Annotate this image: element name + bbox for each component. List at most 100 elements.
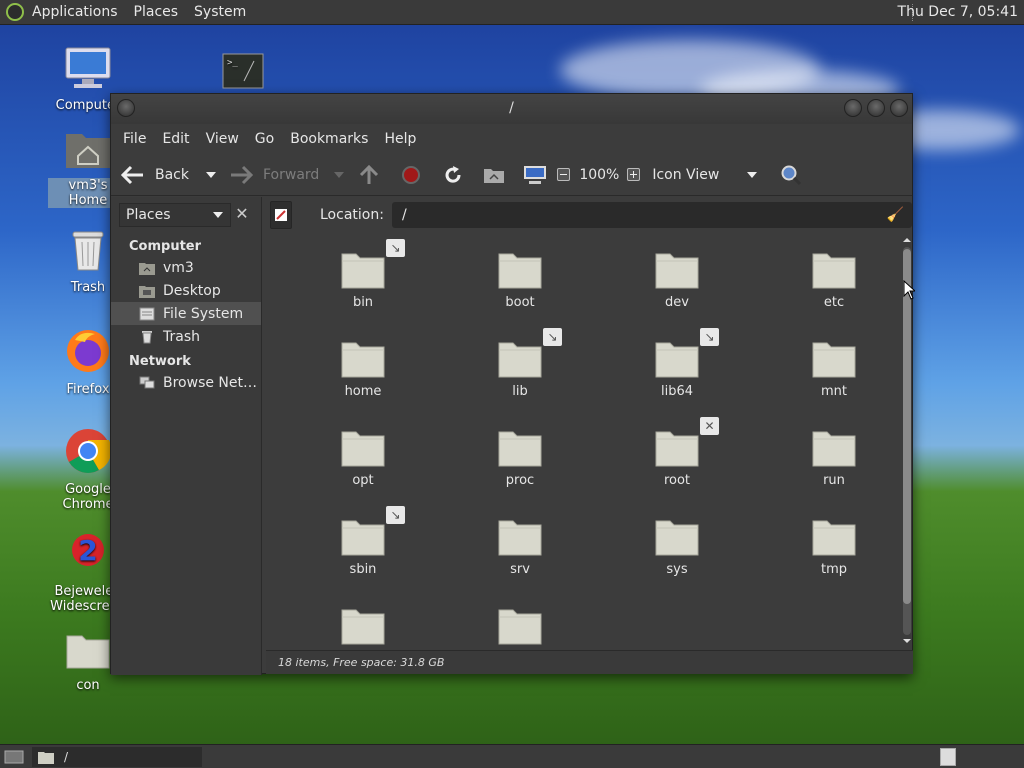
zoom-out-button[interactable] (557, 168, 571, 181)
menu-edit[interactable]: Edit (154, 131, 197, 147)
file-manager-window: / File Edit View Go Bookmarks Help Back … (110, 93, 914, 675)
back-history-dropdown[interactable] (205, 154, 217, 196)
file-item[interactable]: lib64 ↘ (617, 328, 737, 399)
zoom-in-button[interactable] (627, 168, 641, 181)
status-bar: 18 items, Free space: 31.8 GB (266, 650, 913, 674)
chevron-down-icon (334, 171, 345, 178)
up-button[interactable] (359, 154, 379, 196)
folder-icon (498, 605, 542, 645)
computer-button[interactable] (523, 154, 547, 196)
taskbar-button-file-manager[interactable]: / (32, 747, 202, 767)
sidebar-item-file-system[interactable]: File System (111, 302, 261, 325)
file-item[interactable]: sbin ↘ (303, 506, 423, 577)
minimize-button[interactable] (844, 99, 862, 117)
folder-icon (498, 338, 542, 378)
file-item-label: dev (665, 295, 689, 310)
file-item[interactable] (303, 605, 423, 647)
places-menu[interactable]: Places (126, 0, 187, 25)
forward-button[interactable]: Forward (229, 154, 319, 196)
sidebar-item-label: vm3 (163, 259, 194, 276)
sidebar-group-network: Network (129, 354, 191, 369)
menu-logo-icon[interactable] (6, 3, 24, 21)
menu-view[interactable]: View (198, 131, 247, 147)
close-window-button[interactable] (890, 99, 908, 117)
menu-bookmarks[interactable]: Bookmarks (282, 131, 376, 147)
sidebar-item-desktop[interactable]: Desktop (111, 279, 261, 302)
file-item[interactable]: mnt (774, 338, 894, 399)
folder-icon (498, 427, 542, 467)
file-item[interactable] (460, 605, 580, 647)
sidebar-item-browse-network[interactable]: Browse Net… (111, 371, 261, 394)
maximize-button[interactable] (867, 99, 885, 117)
view-mode-select[interactable]: Icon View (652, 154, 758, 196)
file-item-label: bin (352, 295, 374, 310)
svg-text:>_: >_ (227, 58, 238, 68)
places-select[interactable]: Places (119, 203, 231, 227)
window-titlebar[interactable]: / (111, 94, 912, 124)
scrollbar-thumb[interactable] (903, 249, 911, 604)
folder-icon (341, 516, 385, 556)
back-button[interactable]: Back (121, 154, 189, 196)
location-bar: Location: / 🧹 (266, 197, 914, 233)
file-item-label: sys (666, 562, 688, 577)
folder-icon (655, 427, 699, 467)
file-item[interactable]: tmp (774, 516, 894, 577)
sidebar-item-vm3[interactable]: vm3 (111, 256, 261, 279)
file-item-label: tmp (820, 562, 847, 577)
file-item[interactable]: sys (617, 516, 737, 577)
home-folder-icon (484, 168, 505, 183)
file-view: bin ↘ boot dev etc home lib ↘ lib64 ↘ mnt opt proc ro… (266, 235, 898, 647)
bejeweled-icon: 2 (72, 534, 104, 567)
file-item[interactable]: dev (617, 249, 737, 310)
location-value: / (401, 207, 407, 223)
reload-button[interactable] (443, 154, 463, 196)
location-label: Location: (320, 207, 384, 223)
trash-icon (72, 231, 104, 271)
menu-go[interactable]: Go (247, 131, 282, 147)
chevron-down-icon (747, 171, 758, 178)
menubar: File Edit View Go Bookmarks Help (111, 124, 912, 154)
folder-icon (655, 249, 699, 289)
toolbar: Back Forward 100% Icon View (111, 154, 912, 196)
stop-button[interactable] (401, 154, 421, 196)
system-menu[interactable]: System (186, 0, 254, 25)
folder-icon (812, 427, 856, 467)
file-item[interactable]: opt (303, 427, 423, 488)
folder-icon (498, 516, 542, 556)
file-item[interactable]: lib ↘ (460, 328, 580, 399)
home-button[interactable] (483, 154, 505, 196)
clear-location-icon[interactable]: 🧹 (887, 207, 904, 223)
sidebar-item-trash[interactable]: Trash (111, 325, 261, 348)
taskbar-button-label: / (64, 750, 69, 764)
folder-icon (66, 635, 110, 669)
menu-file[interactable]: File (115, 131, 154, 147)
file-item[interactable]: boot (460, 249, 580, 310)
home-icon (139, 262, 155, 275)
menu-help[interactable]: Help (376, 131, 424, 147)
mouse-cursor-icon (903, 280, 915, 300)
file-item-label: lib (512, 384, 528, 399)
toggle-location-edit-button[interactable] (270, 201, 292, 229)
file-item[interactable]: etc (774, 249, 894, 310)
file-item[interactable]: root ✕ (617, 417, 737, 488)
forward-history-dropdown[interactable] (333, 154, 345, 196)
file-item[interactable]: home (303, 338, 423, 399)
close-sidebar-button[interactable]: ✕ (231, 203, 253, 225)
applications-menu[interactable]: Applications (24, 0, 126, 25)
firefox-icon (67, 330, 109, 372)
file-item[interactable]: bin ↘ (303, 239, 423, 310)
show-desktop-icon[interactable] (4, 749, 24, 765)
back-label: Back (155, 166, 189, 183)
workspace-switcher[interactable] (940, 748, 956, 766)
file-item[interactable]: proc (460, 427, 580, 488)
search-button[interactable] (780, 154, 802, 196)
reload-icon (445, 165, 461, 183)
location-input[interactable]: / 🧹 (391, 202, 912, 228)
clock[interactable]: Thu Dec 7, 05:41 (898, 0, 1018, 25)
desktop-icon-label: con (76, 678, 100, 693)
desktop-icon-terminal[interactable]: >_ (203, 53, 283, 97)
file-item[interactable]: run (774, 427, 894, 488)
sidebar-group-computer: Computer (129, 239, 202, 254)
file-item[interactable]: srv (460, 516, 580, 577)
symlink-emblem-icon: ↘ (386, 506, 405, 524)
